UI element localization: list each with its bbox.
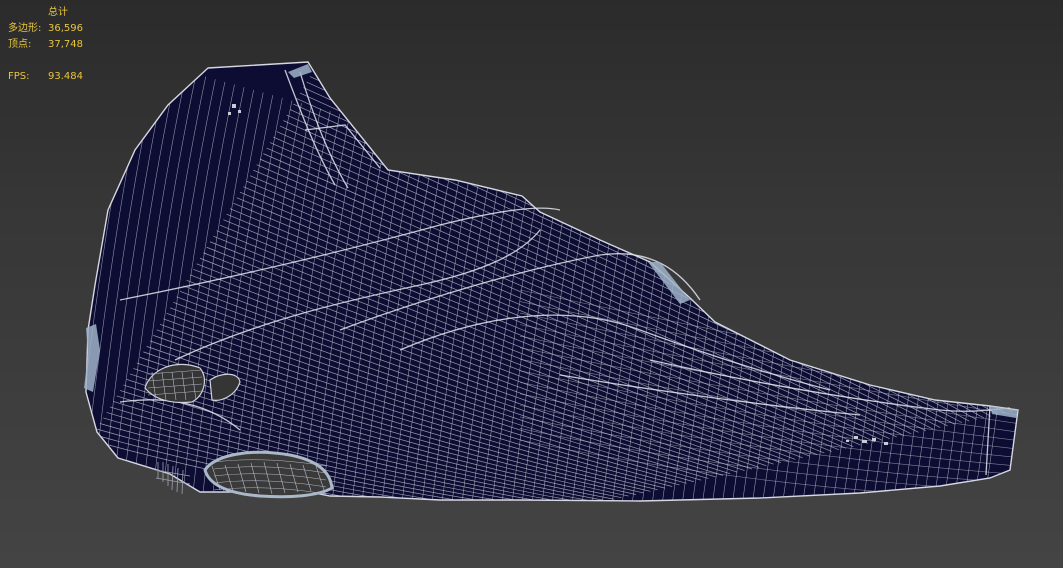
stats-header: 总计 bbox=[48, 7, 68, 18]
fps-value: 93.484 bbox=[48, 71, 83, 82]
3d-viewport[interactable]: 总计 多边形: 36,596 顶点: 37,748 FPS: 93.484 bbox=[0, 0, 1063, 568]
stats-vertices-row: 顶点: 37,748 bbox=[8, 37, 83, 53]
polygons-label: 多边形: bbox=[8, 23, 42, 34]
stats-fps-row: FPS: 93.484 bbox=[8, 69, 83, 85]
polygons-value: 36,596 bbox=[48, 23, 83, 34]
vertices-label: 顶点: bbox=[8, 39, 32, 50]
viewport-statistics-overlay: 总计 多边形: 36,596 顶点: 37,748 FPS: 93.484 bbox=[8, 5, 83, 85]
stats-polygons-row: 多边形: 36,596 bbox=[8, 21, 83, 37]
wireframe-aircraft-model[interactable] bbox=[0, 0, 1063, 568]
vertices-value: 37,748 bbox=[48, 39, 83, 50]
fps-label: FPS: bbox=[8, 71, 30, 82]
